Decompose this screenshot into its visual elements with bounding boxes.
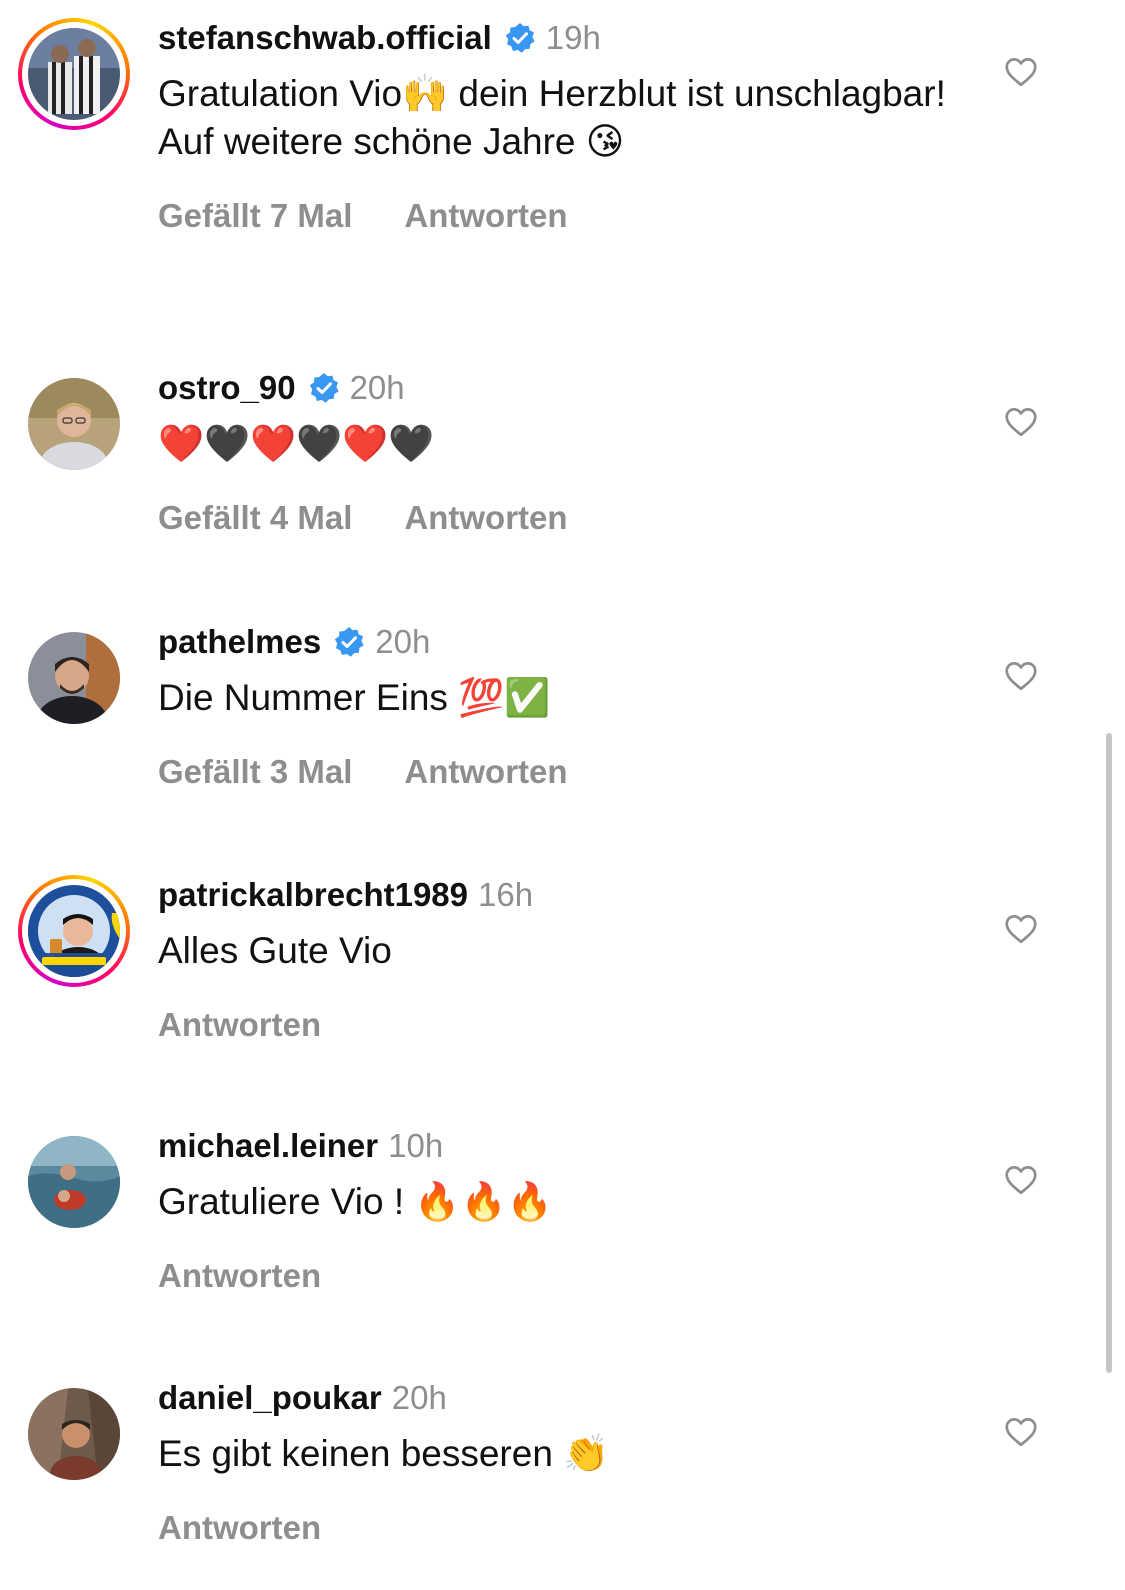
scrollbar[interactable] (1106, 733, 1112, 1373)
comment-actions: Antworten (158, 1256, 995, 1296)
reply-button[interactable]: Antworten (158, 1508, 321, 1548)
verified-badge-icon (309, 373, 339, 403)
comment-text: Die Nummer Eins 💯✅ (158, 677, 551, 718)
verified-badge-icon (505, 23, 535, 53)
avatar (28, 378, 120, 470)
comment-time: 10h (388, 1127, 444, 1164)
username[interactable]: stefanschwab.official (158, 18, 492, 58)
heart-outline-icon[interactable] (1003, 54, 1039, 90)
avatar (28, 885, 120, 977)
comment-time: 16h (478, 876, 534, 913)
reply-button[interactable]: Antworten (404, 498, 567, 538)
comment-actions: Antworten (158, 1508, 995, 1548)
heart-outline-icon[interactable] (1003, 1414, 1039, 1450)
comment-header: stefanschwab.official 19h (158, 18, 995, 58)
username[interactable]: ostro_90 (158, 368, 296, 408)
likes-count-link[interactable]: Gefällt 4 Mal (158, 498, 352, 538)
avatar (28, 28, 120, 120)
avatar-wrapper[interactable] (18, 1378, 130, 1490)
reply-button[interactable]: Antworten (158, 1005, 321, 1045)
likes-count-link[interactable]: Gefällt 7 Mal (158, 196, 352, 236)
reply-button[interactable]: Antworten (158, 1256, 321, 1296)
username[interactable]: pathelmes (158, 622, 321, 662)
comment-time: 19h (545, 19, 601, 56)
reply-button[interactable]: Antworten (404, 196, 567, 236)
verified-badge-icon (335, 627, 364, 657)
username[interactable]: daniel_poukar (158, 1378, 382, 1418)
comment-text: Es gibt keinen besseren 👏 (158, 1433, 610, 1474)
comment-header: ostro_90 20h (158, 368, 995, 408)
heart-outline-icon[interactable] (1003, 1162, 1039, 1198)
username[interactable]: patrickalbrecht1989 (158, 875, 468, 915)
avatar-wrapper[interactable] (18, 368, 130, 480)
heart-outline-icon[interactable] (1003, 404, 1039, 440)
avatar (28, 632, 120, 724)
comment-text: ❤️🖤❤️🖤❤️🖤 (158, 423, 435, 464)
likes-count-link[interactable]: Gefällt 3 Mal (158, 752, 352, 792)
comment-time: 20h (391, 1379, 447, 1416)
avatar (28, 1136, 120, 1228)
comment-actions: Gefällt 3 Mal Antworten (158, 752, 995, 792)
comment-header: pathelmes 20h (158, 622, 995, 662)
heart-outline-icon[interactable] (1003, 658, 1039, 694)
avatar-wrapper[interactable] (18, 622, 130, 734)
avatar-wrapper[interactable] (18, 1126, 130, 1238)
comment-actions: Antworten (158, 1005, 995, 1045)
comment-actions: Gefällt 4 Mal Antworten (158, 498, 995, 538)
comment-text: Gratuliere Vio ! 🔥🔥🔥 (158, 1181, 553, 1222)
heart-outline-icon[interactable] (1003, 911, 1039, 947)
comment-header: daniel_poukar 20h (158, 1378, 995, 1418)
comment-header: patrickalbrecht1989 16h (158, 875, 995, 915)
avatar-story-ring[interactable] (18, 875, 130, 987)
comment-actions: Gefällt 7 Mal Antworten (158, 196, 995, 236)
comment-text: Alles Gute Vio (158, 930, 392, 971)
comment-text: Gratulation Vio🙌 dein Herzblut ist unsch… (158, 73, 946, 162)
comment-time: 20h (375, 623, 431, 660)
avatar-story-ring[interactable] (18, 18, 130, 130)
comment-header: michael.leiner 10h (158, 1126, 995, 1166)
comment-time: 20h (349, 369, 405, 406)
reply-button[interactable]: Antworten (404, 752, 567, 792)
avatar (28, 1388, 120, 1480)
username[interactable]: michael.leiner (158, 1126, 378, 1166)
